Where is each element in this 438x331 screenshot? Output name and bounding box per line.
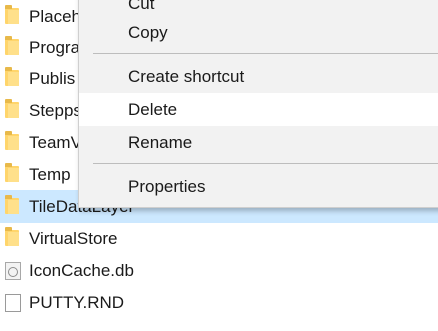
menu-item-label: Copy bbox=[128, 23, 168, 42]
file-name: IconCache.db bbox=[29, 261, 134, 280]
menu-separator bbox=[93, 53, 438, 54]
file-name: PUTTY.RND bbox=[29, 293, 125, 312]
context-menu: Cut Copy Create shortcut Delete Rename P… bbox=[78, 0, 438, 208]
menu-item-copy[interactable]: Copy bbox=[79, 16, 438, 49]
menu-item-label: Create shortcut bbox=[128, 67, 245, 86]
file-name: Temp bbox=[29, 165, 71, 184]
list-item-virtualstore[interactable]: VirtualStore bbox=[0, 222, 438, 255]
menu-item-create-shortcut[interactable]: Create shortcut bbox=[79, 60, 438, 93]
folder-icon bbox=[5, 163, 19, 182]
folder-icon bbox=[5, 131, 19, 150]
menu-item-properties[interactable]: Properties bbox=[79, 170, 438, 203]
folder-icon bbox=[5, 5, 19, 24]
file-name: VirtualStore bbox=[29, 229, 118, 248]
menu-separator bbox=[93, 163, 438, 164]
menu-item-rename[interactable]: Rename bbox=[79, 126, 438, 159]
file-name: Publis bbox=[29, 69, 76, 88]
file-name: Stepps bbox=[29, 101, 82, 120]
menu-item-label: Delete bbox=[128, 100, 178, 119]
file-icon bbox=[5, 294, 21, 312]
menu-item-label: Rename bbox=[128, 133, 193, 152]
menu-item-delete[interactable]: Delete bbox=[79, 93, 438, 126]
file-name: TeamV bbox=[29, 133, 82, 152]
folder-icon bbox=[5, 99, 19, 118]
file-name: Placeh bbox=[29, 7, 81, 26]
folder-icon bbox=[5, 195, 19, 214]
database-file-icon bbox=[5, 262, 21, 280]
folder-icon bbox=[5, 36, 19, 55]
menu-item-label: Properties bbox=[128, 177, 206, 196]
folder-icon bbox=[5, 227, 19, 246]
list-item-putty-rnd[interactable]: PUTTY.RND bbox=[0, 286, 438, 319]
folder-icon bbox=[5, 67, 19, 86]
list-item-iconcache[interactable]: IconCache.db bbox=[0, 254, 438, 287]
file-name: Progra bbox=[29, 38, 81, 57]
